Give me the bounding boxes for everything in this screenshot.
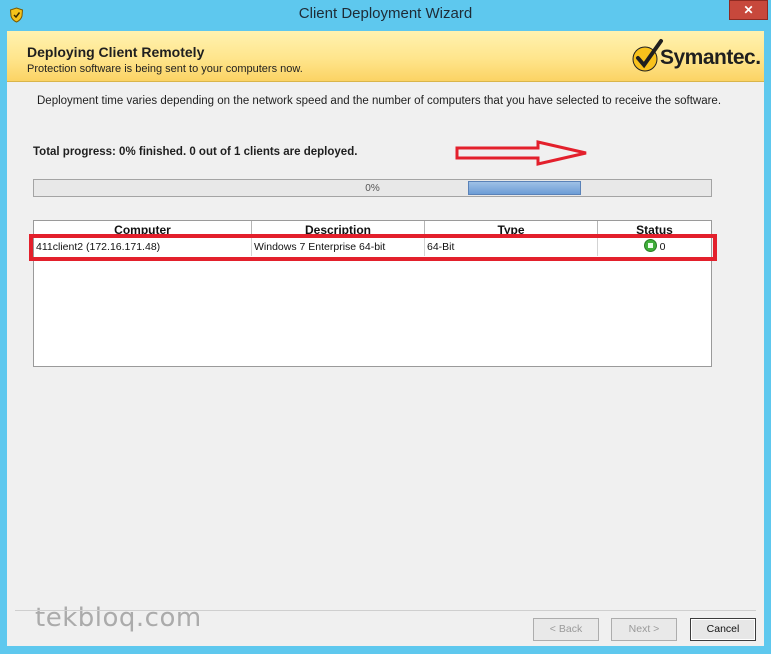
progress-bar: 0%: [33, 179, 712, 197]
page-title: Deploying Client Remotely: [27, 44, 205, 60]
total-progress-text: Total progress: 0% finished. 0 out of 1 …: [33, 146, 358, 158]
checkmark-icon: [632, 39, 663, 72]
back-button[interactable]: < Back: [533, 618, 599, 641]
symantec-logo: Symantec.: [630, 38, 761, 74]
deployment-description: Deployment time varies depending on the …: [37, 95, 722, 107]
wizard-header: Deploying Client Remotely Protection sof…: [7, 31, 764, 82]
watermark: tekbloq.com: [35, 603, 202, 633]
title-bar: Client Deployment Wizard ✕: [0, 0, 771, 30]
cancel-button[interactable]: Cancel: [690, 618, 756, 641]
close-button[interactable]: ✕: [729, 0, 768, 20]
annotation-highlight-box: [29, 234, 717, 261]
window-title: Client Deployment Wizard: [298, 5, 473, 22]
footer-divider: [15, 610, 756, 611]
progress-marquee: [468, 181, 581, 195]
progress-percent: 0%: [365, 183, 380, 194]
page-subtitle: Protection software is being sent to you…: [27, 63, 303, 75]
next-button[interactable]: Next >: [611, 618, 677, 641]
logo-wordmark: Symantec.: [660, 46, 761, 69]
wizard-client-area: Deploying Client Remotely Protection sof…: [7, 31, 764, 646]
annotation-arrow-icon: [455, 140, 587, 166]
